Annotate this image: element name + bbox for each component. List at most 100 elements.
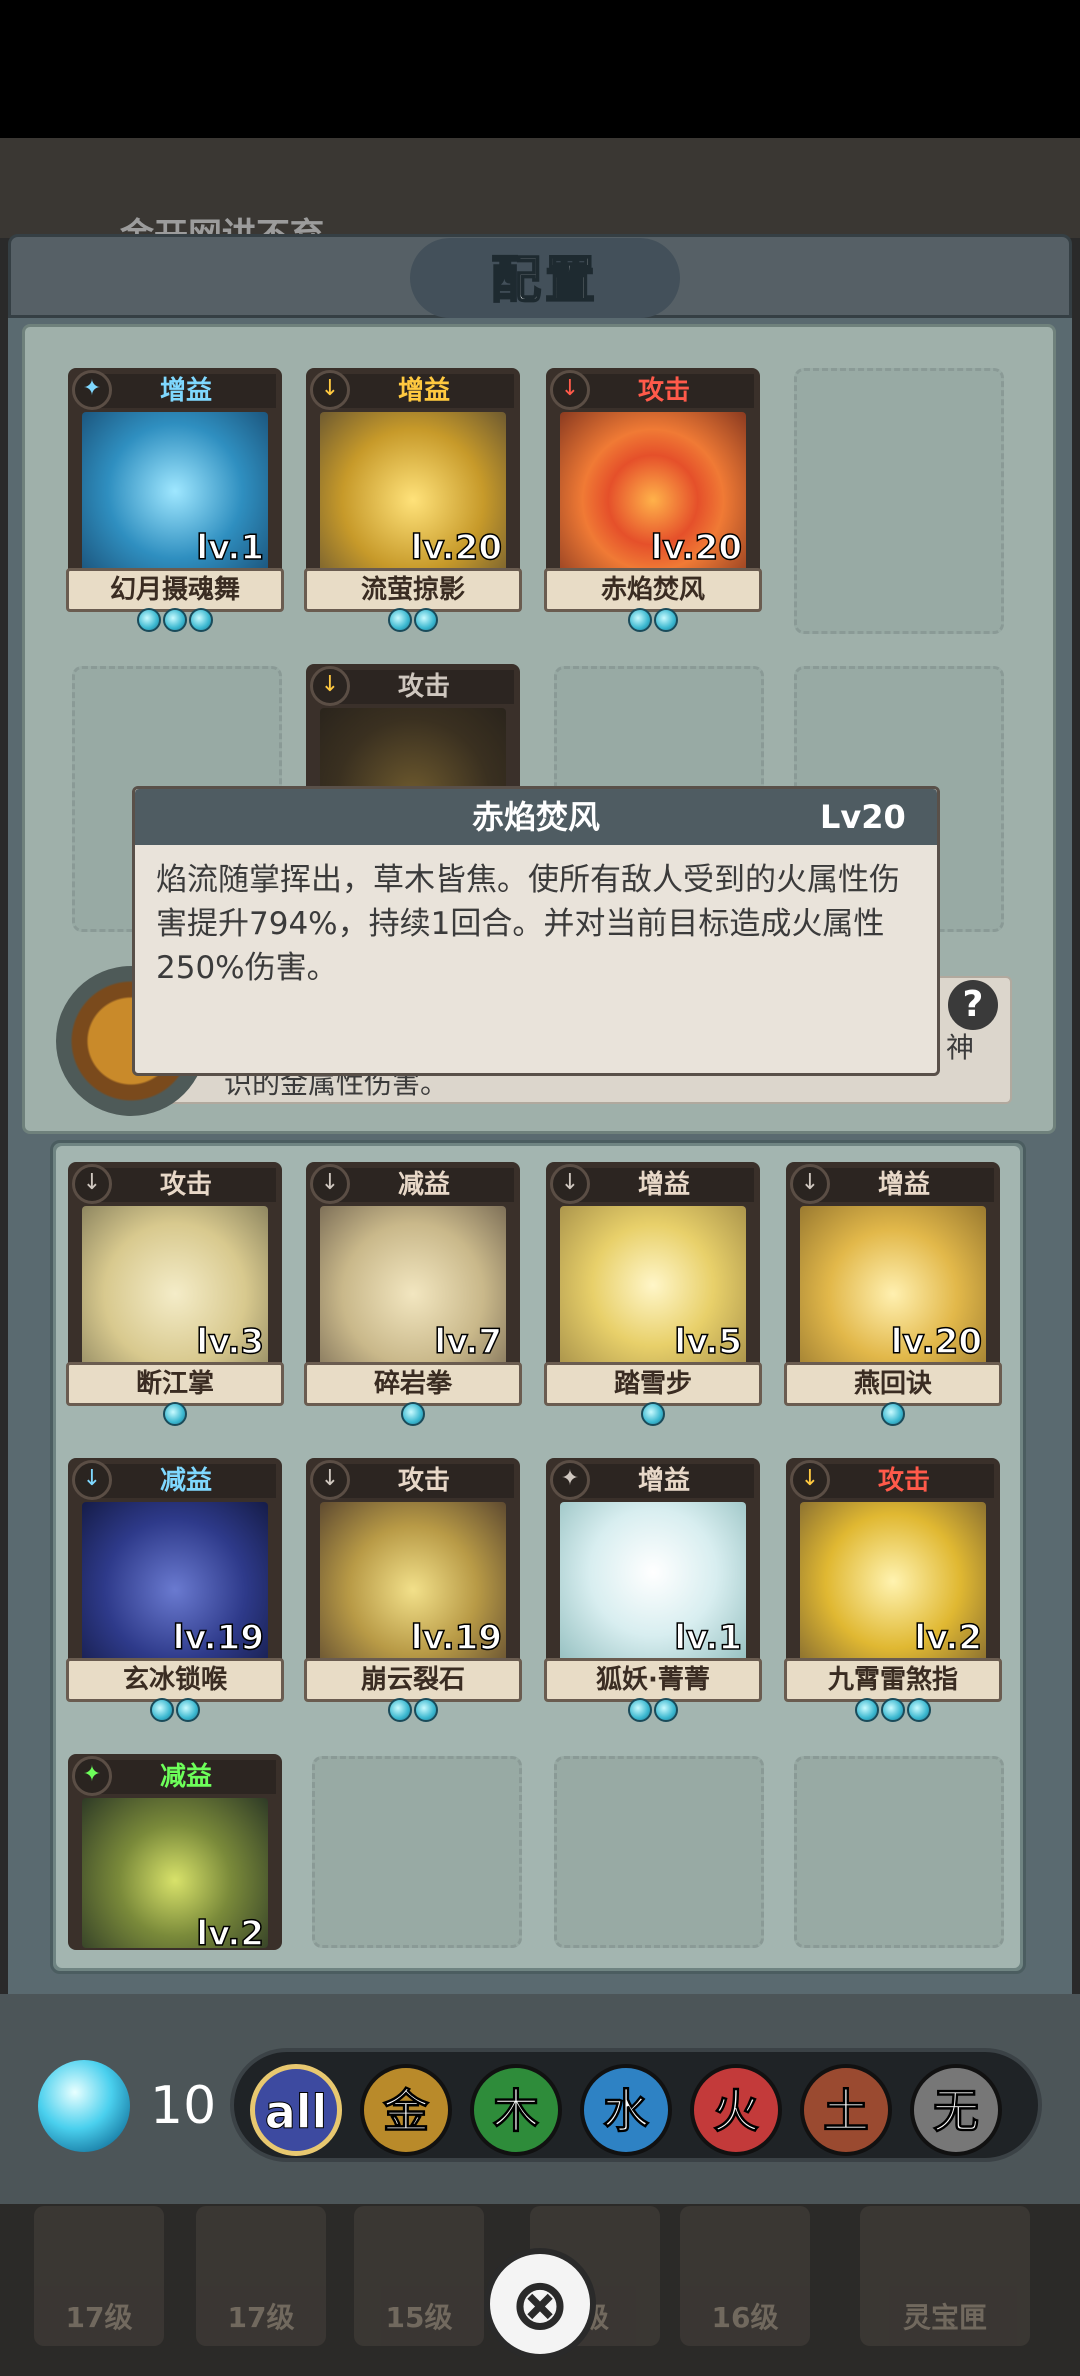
card-tag: 攻击 <box>574 374 754 408</box>
fire-element-icon: ↓ <box>550 370 590 410</box>
tooltip-level: Lv20 <box>820 798 906 836</box>
inventory-card[interactable]: 增益 ✦ lv.1 狐妖·菁菁 <box>544 1458 762 1724</box>
card-level: lv.20 <box>890 1321 983 1363</box>
empty-slot[interactable] <box>554 1756 764 1948</box>
card-stars <box>546 1402 760 1432</box>
close-button[interactable]: ⊗ <box>484 2248 596 2360</box>
card-name: 狐妖·菁菁 <box>544 1658 762 1702</box>
card-stars <box>786 1402 1000 1432</box>
inventory-card[interactable]: 减益 ✦ lv.2 <box>68 1754 282 1955</box>
card-level: lv.1 <box>196 527 265 569</box>
star-icon <box>176 1698 200 1722</box>
earth-element-icon: ↓ <box>310 1460 350 1500</box>
bottom-item[interactable]: 15级 <box>354 2206 484 2346</box>
bottom-item[interactable]: 16级 <box>680 2206 810 2346</box>
star-icon <box>628 1698 652 1722</box>
inventory-card[interactable]: 增益 ↓ lv.5 踏雪步 <box>544 1162 762 1428</box>
empty-slot[interactable] <box>794 1756 1004 1948</box>
empty-slot[interactable] <box>794 368 1004 634</box>
neutral-element-icon: ↓ <box>790 1164 830 1204</box>
equipped-card[interactable]: 增益 ↓ lv.20 流萤掠影 <box>304 368 522 634</box>
card-name: 崩云裂石 <box>304 1658 522 1702</box>
card-name: 赤焰焚风 <box>544 568 762 612</box>
equipped-card[interactable]: 增益 ✦ lv.1 幻月摄魂舞 <box>66 368 284 634</box>
metal-element-icon: ↓ <box>790 1460 830 1500</box>
filter-water-button[interactable]: 水 <box>580 2064 672 2156</box>
filter-metal-button[interactable]: 金 <box>360 2064 452 2156</box>
bottom-item[interactable]: 灵宝匣 <box>860 2206 1030 2346</box>
inventory-card[interactable]: 攻击 ↓ lv.3 断江掌 <box>66 1162 284 1428</box>
earth-element-icon: ↓ <box>310 1164 350 1204</box>
card-tag: 攻击 <box>334 1464 514 1498</box>
help-icon[interactable]: ? <box>948 980 998 1030</box>
card-tag: 增益 <box>814 1168 994 1202</box>
card-name: 流萤掠影 <box>304 568 522 612</box>
star-icon <box>401 1402 425 1426</box>
energy-count: 10 <box>150 2076 217 2136</box>
filter-earth-button[interactable]: 土 <box>800 2064 892 2156</box>
card-tag: 减益 <box>96 1760 276 1794</box>
card-tag: 攻击 <box>96 1168 276 1202</box>
star-icon <box>641 1402 665 1426</box>
card-stars <box>306 1698 520 1728</box>
card-level: lv.2 <box>196 1913 265 1955</box>
inventory-card[interactable]: 攻击 ↓ lv.2 九霄雷煞指 <box>784 1458 1002 1724</box>
card-level: lv.2 <box>914 1617 983 1659</box>
neutral-element-icon: ✦ <box>550 1460 590 1500</box>
wood-element-icon: ✦ <box>72 1756 112 1796</box>
filter-fire-button[interactable]: 火 <box>690 2064 782 2156</box>
star-icon <box>414 608 438 632</box>
card-level: lv.19 <box>172 1617 265 1659</box>
star-icon <box>654 1698 678 1722</box>
equipped-card[interactable]: 攻击 ↓ lv.20 赤焰焚风 <box>544 368 762 634</box>
card-stars <box>786 1698 1000 1728</box>
star-icon <box>855 1698 879 1722</box>
card-name: 断江掌 <box>66 1362 284 1406</box>
dialog-title: 配置 <box>490 250 599 310</box>
card-level: lv.20 <box>650 527 743 569</box>
card-tag: 增益 <box>96 374 276 408</box>
card-stars <box>546 608 760 638</box>
card-level: lv.3 <box>196 1321 265 1363</box>
bottom-item[interactable]: 17级 <box>34 2206 164 2346</box>
bottom-item-label: 16级 <box>711 2301 779 2334</box>
card-stars <box>306 1402 520 1432</box>
star-icon <box>414 1698 438 1722</box>
tooltip-description: 焰流随掌挥出，草木皆焦。使所有敌人受到的火属性伤害提升794%，持续1回合。并对… <box>156 862 900 986</box>
card-tag: 增益 <box>574 1464 754 1498</box>
card-stars <box>306 608 520 638</box>
empty-slot[interactable] <box>312 1756 522 1948</box>
card-tag: 减益 <box>334 1168 514 1202</box>
inventory-card[interactable]: 减益 ↓ lv.19 玄冰锁喉 <box>66 1458 284 1724</box>
star-icon <box>388 1698 412 1722</box>
star-icon <box>628 608 652 632</box>
filter-all-button[interactable]: all <box>250 2064 342 2156</box>
card-stars <box>546 1698 760 1728</box>
card-name: 幻月摄魂舞 <box>66 568 284 612</box>
inventory-card[interactable]: 增益 ↓ lv.20 燕回诀 <box>784 1162 1002 1428</box>
card-level: lv.5 <box>674 1321 743 1363</box>
card-stars <box>68 1698 282 1728</box>
bottom-item[interactable]: 17级 <box>196 2206 326 2346</box>
card-level: lv.1 <box>674 1617 743 1659</box>
metal-element-icon: ↓ <box>310 370 350 410</box>
filter-none-button[interactable]: 无 <box>910 2064 1002 2156</box>
card-level: lv.19 <box>410 1617 503 1659</box>
tooltip-title: 赤焰焚风 <box>471 798 600 836</box>
water-element-icon: ✦ <box>72 370 112 410</box>
filter-wood-button[interactable]: 木 <box>470 2064 562 2156</box>
neutral-element-icon: ↓ <box>72 1164 112 1204</box>
star-icon <box>189 608 213 632</box>
inventory-card[interactable]: 攻击 ↓ lv.19 崩云裂石 <box>304 1458 522 1724</box>
star-icon <box>388 608 412 632</box>
bottom-item-label: 灵宝匣 <box>902 2301 987 2334</box>
inventory-card[interactable]: 减益 ↓ lv.7 碎岩拳 <box>304 1162 522 1428</box>
star-icon <box>881 1402 905 1426</box>
bottom-item-label: 17级 <box>227 2301 295 2334</box>
card-level: lv.20 <box>410 527 503 569</box>
card-tag: 减益 <box>96 1464 276 1498</box>
bottom-item-label: 15级 <box>385 2301 453 2334</box>
card-tag: 攻击 <box>814 1464 994 1498</box>
star-icon <box>654 608 678 632</box>
card-name: 碎岩拳 <box>304 1362 522 1406</box>
